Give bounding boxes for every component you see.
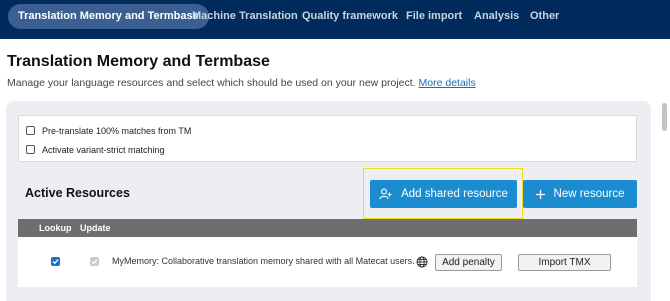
check-icon [52, 259, 59, 265]
tab-quality-framework[interactable]: Quality framework [302, 0, 398, 33]
lookup-checkbox[interactable] [51, 257, 60, 266]
pretranslate-checkbox[interactable] [26, 126, 35, 136]
pretranslate-label: Pre-translate 100% matches from TM [42, 126, 192, 136]
variant-strict-checkbox[interactable] [26, 145, 35, 155]
table-row: MyMemory: Collaborative translation memo… [18, 237, 637, 287]
import-tmx-button[interactable]: Import TMX [518, 254, 611, 271]
new-resource-button[interactable]: New resource [523, 180, 637, 208]
variant-strict-label: Activate variant-strict matching [42, 145, 165, 155]
tab-translation-memory[interactable]: Translation Memory and Termbase [8, 4, 209, 29]
add-penalty-button[interactable]: Add penalty [435, 254, 502, 271]
plus-icon [535, 189, 545, 199]
tab-other[interactable]: Other [530, 0, 559, 33]
add-shared-resource-label: Add shared resource [401, 188, 508, 200]
scrollbar-thumb[interactable] [662, 103, 667, 131]
add-shared-resource-button[interactable]: Add shared resource [370, 180, 517, 208]
tab-analysis[interactable]: Analysis [474, 0, 519, 33]
resource-name: MyMemory: Collaborative translation memo… [112, 256, 415, 266]
resources-table-header: Lookup Update [18, 219, 637, 237]
update-column-header: Update [80, 223, 111, 233]
update-checkbox [90, 257, 99, 266]
more-details-link[interactable]: More details [419, 77, 476, 89]
page-subtitle: Manage your language resources and selec… [7, 77, 476, 89]
page-title: Translation Memory and Termbase [7, 53, 270, 70]
tab-file-import[interactable]: File import [406, 0, 462, 33]
subtitle-text: Manage your language resources and selec… [7, 77, 416, 89]
globe-icon [416, 256, 428, 268]
user-plus-icon [379, 188, 392, 200]
pretranslate-option[interactable]: Pre-translate 100% matches from TM [26, 124, 191, 138]
tab-machine-translation[interactable]: Machine Translation [192, 0, 298, 33]
active-resources-title: Active Resources [25, 186, 130, 200]
lookup-column-header: Lookup [39, 223, 72, 233]
new-resource-label: New resource [553, 188, 625, 200]
top-navigation: Translation Memory and Termbase Machine … [0, 0, 670, 39]
options-box: Pre-translate 100% matches from TM Activ… [18, 115, 637, 162]
check-icon [91, 259, 98, 265]
variant-strict-option[interactable]: Activate variant-strict matching [26, 143, 165, 157]
